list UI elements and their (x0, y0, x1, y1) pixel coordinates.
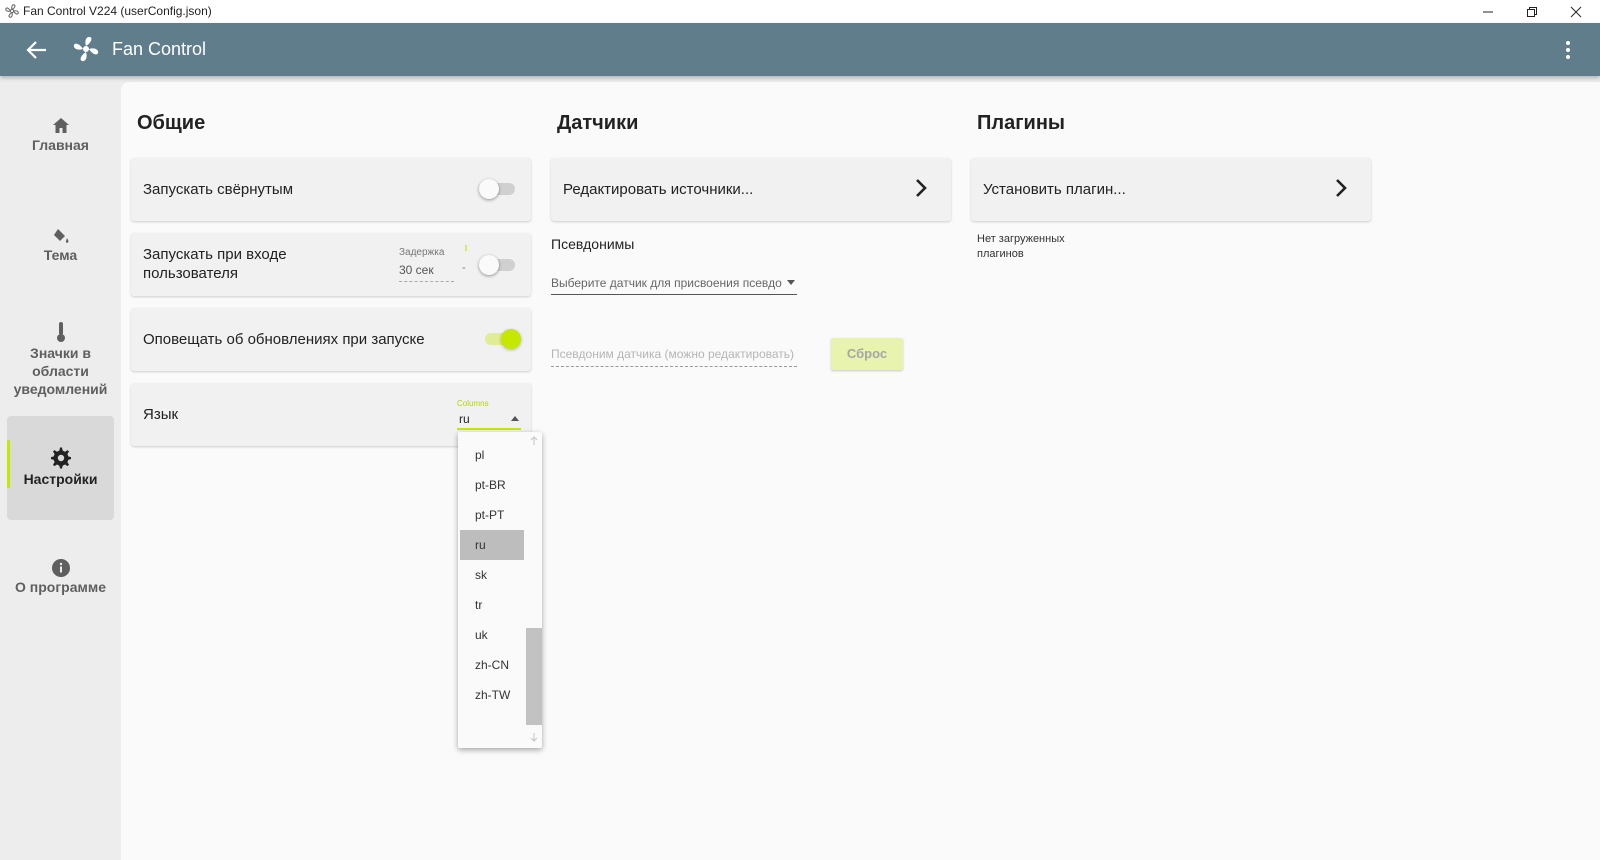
edit-sources-button[interactable]: Редактировать источники... (551, 158, 951, 221)
restore-icon (1527, 6, 1537, 17)
window-titlebar: Fan Control V224 (userConfig.json) (0, 0, 1600, 24)
language-option[interactable]: zh-CN (460, 650, 524, 680)
no-plugins-line-1: Нет загруженных (977, 233, 1065, 245)
close-button[interactable] (1554, 0, 1598, 23)
chevron-right-icon (916, 179, 927, 197)
no-plugins-line-2: плагинов (977, 248, 1024, 260)
sidebar-item-label: Главная (32, 137, 89, 153)
section-title-general: Общие (137, 112, 206, 134)
fan-logo-icon (73, 36, 99, 62)
sensor-alias-input[interactable]: Псевдоним датчика (можно редактировать) (551, 344, 797, 367)
option-label: pt-BR (475, 478, 506, 492)
language-option[interactable]: pl (460, 440, 524, 470)
option-label: pl (475, 448, 485, 462)
reset-alias-label: Сброс (846, 346, 888, 361)
settings-content: Общие Запускать свёрнутым Запускать при … (121, 82, 1600, 860)
language-option[interactable]: sk (460, 560, 524, 590)
scroll-up-arrow-icon[interactable] (530, 436, 538, 446)
home-icon (52, 118, 69, 133)
no-plugins-message: Нет загруженных плагинов (977, 232, 1065, 262)
language-label: Язык (143, 406, 179, 423)
section-title-sensors: Датчики (557, 112, 639, 134)
check-updates-card: Оповещать об обновлениях при запуске (131, 308, 531, 371)
minimize-icon (1483, 11, 1493, 12)
sidebar-item-label: Тема (43, 247, 78, 263)
language-field-label: Columns (457, 399, 489, 408)
active-indicator (7, 440, 10, 488)
option-label: uk (475, 628, 488, 642)
delay-decrement-button[interactable]: - (462, 262, 466, 274)
start-with-windows-card: Запускать при входе пользователя Задержк… (131, 233, 531, 296)
fan-app-icon (5, 4, 19, 18)
more-menu-icon[interactable] (1558, 37, 1578, 63)
info-icon (51, 559, 70, 577)
option-label: ru (475, 538, 486, 552)
language-option[interactable]: tr (460, 590, 524, 620)
language-option-selected[interactable]: ru (460, 530, 524, 560)
option-label: sk (475, 568, 487, 582)
start-with-windows-label: Запускать при входе пользователя (143, 246, 287, 282)
sensor-select-placeholder: Выберите датчик для присвоения псевдо (551, 276, 782, 290)
option-label: pt-PT (475, 508, 505, 522)
sidebar-item-home[interactable]: Главная (7, 116, 114, 154)
check-updates-label: Оповещать об обновлениях при запуске (143, 331, 425, 348)
scroll-down-arrow-icon[interactable] (530, 732, 538, 742)
app-bar: Fan Control (0, 23, 1600, 76)
sidebar-item-label: Значки в области уведомлений (13, 345, 108, 397)
sidebar: Главная Тема Значки в области уведомлени… (0, 80, 120, 860)
gear-icon (50, 447, 71, 469)
language-select[interactable]: ru (457, 410, 521, 430)
sidebar-item-settings[interactable]: Настройки (7, 416, 114, 520)
sidebar-item-label: О программе (14, 579, 106, 595)
sidebar-item-tray-icons[interactable]: Значки в области уведомлений (7, 320, 114, 398)
sidebar-item-theme[interactable]: Тема (7, 226, 114, 264)
chevron-down-icon (787, 280, 795, 285)
thermometer-icon (56, 322, 65, 342)
chevron-right-icon (1336, 179, 1347, 197)
sensor-alias-placeholder: Псевдоним датчика (можно редактировать) (551, 347, 795, 361)
language-dropdown-list: pl pt-BR pt-PT ru sk tr uk zh-CN zh-TW (458, 432, 542, 748)
option-label: zh-CN (475, 658, 510, 672)
start-minimized-label: Запускать свёрнутым (143, 181, 294, 198)
back-arrow-icon[interactable] (24, 37, 50, 63)
language-option[interactable]: zh-TW (460, 680, 524, 710)
install-plugin-button[interactable]: Установить плагин... (971, 158, 1371, 221)
caret-up-icon (511, 416, 519, 421)
start-minimized-toggle[interactable] (479, 178, 517, 200)
reset-alias-button[interactable]: Сброс (831, 338, 903, 370)
start-minimized-card: Запускать свёрнутым (131, 158, 531, 221)
aliases-label: Псевдонимы (551, 236, 635, 252)
close-icon (1570, 6, 1582, 17)
install-plugin-label: Установить плагин... (983, 181, 1126, 198)
restore-button[interactable] (1510, 0, 1554, 23)
section-title-plugins: Плагины (977, 112, 1065, 134)
language-option[interactable]: uk (460, 620, 524, 650)
paint-bucket-icon (53, 229, 68, 243)
option-label: tr (475, 598, 483, 612)
start-with-windows-toggle[interactable] (479, 254, 517, 276)
delay-input[interactable]: 30 сек (399, 263, 454, 282)
check-updates-toggle[interactable] (483, 328, 521, 350)
option-label: zh-TW (475, 688, 511, 702)
edit-sources-label: Редактировать источники... (563, 181, 754, 198)
sidebar-item-about[interactable]: О программе (7, 558, 114, 596)
minimize-button[interactable] (1466, 0, 1510, 23)
delay-field-label: Задержка (399, 247, 445, 258)
language-option[interactable]: pt-BR (460, 470, 524, 500)
sensor-select[interactable]: Выберите датчик для присвоения псевдо (551, 272, 797, 295)
delay-spinner-indicator (465, 245, 467, 251)
language-option[interactable]: pt-PT (460, 500, 524, 530)
dropdown-scrollbar-thumb[interactable] (526, 628, 542, 725)
window-title: Fan Control V224 (userConfig.json) (23, 4, 212, 18)
sidebar-item-label: Настройки (23, 471, 98, 487)
language-selected-value: ru (459, 412, 470, 426)
app-title: Fan Control (112, 39, 207, 59)
